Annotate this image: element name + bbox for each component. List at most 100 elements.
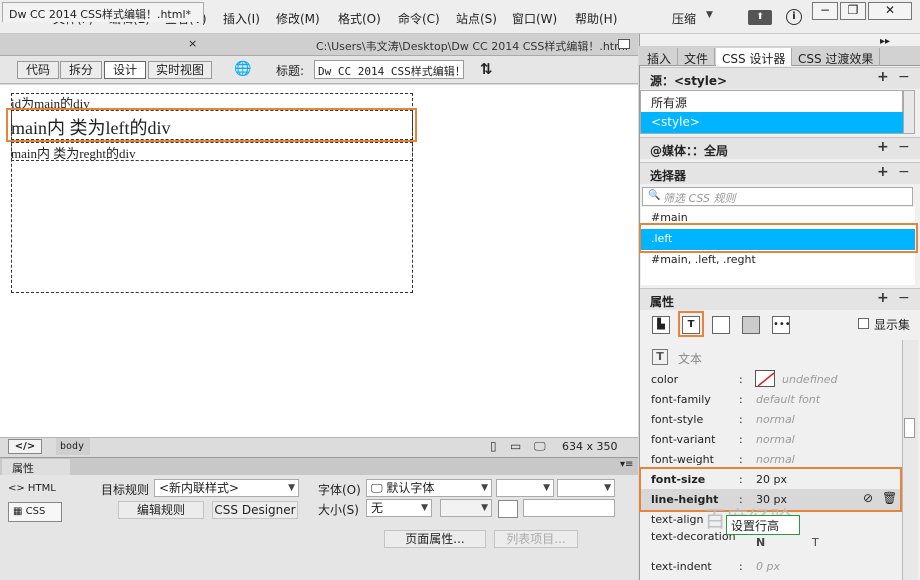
info-icon[interactable]: i — [786, 9, 802, 25]
font-weight-select[interactable]: ▼ — [557, 479, 615, 497]
live-view-button[interactable]: 实时视图 — [148, 61, 212, 79]
remove-selector-icon[interactable]: − — [898, 164, 910, 180]
search-icon: 🔍 — [648, 190, 661, 201]
menu-format[interactable]: 格式(O) — [338, 10, 381, 27]
canvas-size-readout: 634 x 350 — [562, 440, 618, 453]
workspace-switcher[interactable]: 压缩 — [672, 10, 696, 27]
prop-value-color[interactable]: undefined — [782, 373, 838, 386]
menu-window[interactable]: 窗口(W) — [512, 10, 557, 27]
desktop-size-icon[interactable]: 🖵 — [534, 439, 546, 454]
sync-settings-icon[interactable]: ⬆ — [748, 10, 772, 25]
properties-scrollbar[interactable] — [902, 340, 918, 580]
split-view-button[interactable]: 拆分 — [60, 61, 102, 79]
prop-colon: : — [739, 413, 743, 426]
code-view-button[interactable]: 代码 — [17, 61, 59, 79]
prop-value-font-weight[interactable]: normal — [756, 453, 795, 466]
font-select[interactable]: 🖵 默认字体 ▼ — [366, 479, 492, 497]
tab-css-transitions[interactable]: CSS 过渡效果 — [792, 48, 881, 66]
prop-value-text-indent[interactable]: 0 px — [756, 560, 780, 573]
text-category-heading: 文本 — [678, 352, 703, 366]
close-tab-icon[interactable]: × — [188, 37, 197, 50]
text-category-heading-icon: T — [652, 349, 668, 365]
selector-item[interactable]: #main, .left, .reght — [641, 250, 915, 271]
font-icon: 🖵 — [371, 481, 387, 495]
edit-rule-button[interactable]: 编辑规则 — [118, 501, 204, 519]
panel-menu-icon[interactable]: ▾≡ — [620, 459, 633, 470]
size-label: 大小(S) — [318, 503, 359, 517]
tab-files[interactable]: 文件 — [678, 48, 716, 66]
menu-insert[interactable]: 插入(I) — [223, 10, 260, 27]
line-height-tooltip: 设置行高 — [726, 515, 800, 535]
tab-insert[interactable]: 插入 — [641, 48, 679, 66]
layout-category-icon[interactable]: ▙ — [652, 316, 670, 334]
add-media-icon[interactable]: + — [877, 139, 889, 155]
mobile-size-icon[interactable]: ▯ — [490, 439, 497, 453]
background-category-icon[interactable] — [742, 316, 760, 334]
chevron-down-icon: ▼ — [421, 503, 428, 513]
restore-doc-icon[interactable] — [618, 39, 630, 49]
target-rule-value: <新内联样式> — [159, 481, 240, 495]
filter-css-rules-input[interactable]: 筛选 CSS 规则 — [642, 187, 913, 206]
size-select[interactable]: 无 ▼ — [366, 499, 432, 517]
add-property-icon[interactable]: + — [877, 290, 889, 306]
color-input[interactable] — [523, 499, 615, 517]
minimize-button[interactable]: − — [812, 2, 838, 20]
add-source-icon[interactable]: + — [877, 69, 889, 85]
remove-source-icon[interactable]: − — [898, 69, 910, 85]
title-input[interactable]: Dw CC 2014 CSS样式编辑！ — [314, 60, 464, 79]
highlight-text-category — [678, 311, 704, 337]
menu-site[interactable]: 站点(S) — [456, 10, 497, 27]
file-management-icon[interactable]: ⇅ — [480, 60, 493, 78]
css-mode-button[interactable]: ▦ CSS — [8, 502, 62, 522]
more-category-icon[interactable]: ••• — [772, 316, 791, 334]
prop-value-font-style[interactable]: normal — [756, 413, 795, 426]
css-icon: ▦ — [13, 506, 26, 517]
prop-name-font-variant: font-variant — [651, 433, 716, 446]
css-designer-button[interactable]: CSS Designer — [212, 501, 298, 519]
tag-selector-body[interactable]: body — [56, 438, 90, 455]
design-view-button[interactable]: 设计 — [104, 61, 146, 79]
menu-help[interactable]: 帮助(H) — [575, 10, 617, 27]
add-selector-icon[interactable]: + — [877, 164, 889, 180]
prop-colon: : — [739, 433, 743, 446]
chevron-down-icon: ▼ — [481, 483, 488, 493]
tab-css-designer[interactable]: CSS 设计器 — [716, 48, 793, 66]
restore-button[interactable]: ❐ — [840, 2, 866, 20]
color-swatch[interactable] — [755, 370, 775, 387]
list-item-button[interactable]: 列表项目... — [494, 530, 578, 548]
prop-value-font-family[interactable]: default font — [756, 393, 820, 406]
html-mode-button[interactable]: <> HTML — [8, 483, 56, 494]
globe-preview-icon[interactable]: 🌐 — [234, 61, 251, 77]
sources-scrollbar[interactable] — [903, 90, 915, 134]
source-item-selected[interactable]: <style> — [641, 112, 903, 133]
remove-property-icon[interactable]: − — [898, 290, 910, 306]
underline-icon[interactable]: N — [756, 536, 765, 549]
selectors-title: 选择器 — [650, 169, 687, 183]
tablet-size-icon[interactable]: ▭ — [510, 439, 521, 453]
sources-title: 源：<style> — [650, 74, 728, 88]
prop-colon: : — [739, 453, 743, 466]
remove-media-icon[interactable]: − — [898, 139, 910, 155]
font-style-select[interactable]: ▼ — [496, 479, 554, 497]
document-tab[interactable]: Dw CC 2014 CSS样式编辑！.html* — [2, 2, 204, 22]
prop-colon: : — [739, 560, 743, 573]
source-item[interactable]: 所有源 — [641, 91, 903, 112]
menu-command[interactable]: 命令(C) — [398, 10, 440, 27]
chevron-down-icon: ▼ — [543, 483, 550, 493]
properties-tab[interactable]: 属性 — [2, 459, 70, 475]
code-tag-icon[interactable]: </> — [8, 439, 42, 454]
border-category-icon[interactable] — [712, 316, 730, 334]
menu-modify[interactable]: 修改(M) — [276, 10, 320, 27]
close-button[interactable]: ✕ — [868, 2, 912, 20]
document-path: C:\Users\韦文涛\Desktop\Dw CC 2014 CSS样式编辑！… — [316, 40, 628, 53]
prop-value-font-variant[interactable]: normal — [756, 433, 795, 446]
properties-header — [0, 457, 638, 475]
properties-scroll-thumb[interactable] — [904, 418, 915, 438]
color-picker-swatch[interactable] — [498, 500, 518, 518]
show-set-checkbox[interactable] — [858, 318, 869, 329]
undefined-color-icon — [757, 372, 774, 386]
page-properties-button[interactable]: 页面属性... — [384, 530, 486, 548]
overline-icon[interactable]: T — [812, 536, 819, 549]
target-rule-select[interactable]: <新内联样式> ▼ — [154, 479, 299, 497]
size-unit-select[interactable]: ▼ — [440, 499, 492, 517]
